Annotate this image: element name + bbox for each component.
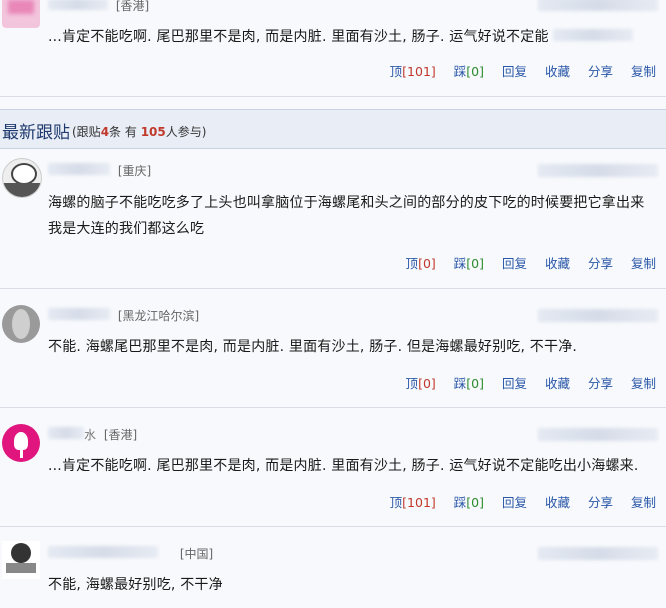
comment-top: [香港] ...肯定不能吃啊. 尾巴那里不是肉, 而是内脏. 里面有沙土, 肠子…: [0, 0, 666, 97]
ding-button[interactable]: 顶[101]: [390, 495, 436, 510]
favorite-button[interactable]: 收藏: [545, 64, 570, 79]
comment-meta: [重庆]: [48, 162, 151, 179]
timestamp: [538, 0, 658, 11]
timestamp: [538, 547, 658, 560]
favorite-button[interactable]: 收藏: [545, 495, 570, 510]
latest-comments-header: 最新跟贴 (跟贴4条 有 105人参与): [0, 109, 666, 149]
user-location: [重庆]: [117, 164, 152, 178]
username[interactable]: [48, 0, 108, 10]
reply-button[interactable]: 回复: [502, 256, 527, 271]
cai-button[interactable]: 踩[0]: [454, 64, 484, 79]
favorite-button[interactable]: 收藏: [545, 256, 570, 271]
user-location: [黑龙江哈尔滨]: [117, 309, 200, 323]
user-location: [香港]: [115, 0, 150, 13]
copy-button[interactable]: 复制: [631, 376, 656, 391]
username[interactable]: [48, 163, 110, 175]
comment-meta: [黑龙江哈尔滨]: [48, 307, 199, 324]
comment-actions: 顶[0] 踩[0] 回复 收藏 分享 复制: [392, 373, 656, 392]
comment-content: 海螺的脑子不能吃吃多了上头也叫拿脑位于海螺尾和头之间的部分的皮下吃的时候要把它拿…: [48, 195, 645, 237]
reply-button[interactable]: 回复: [502, 495, 527, 510]
comment-content: 不能, 海螺最好别吃, 不干净: [48, 577, 223, 593]
share-button[interactable]: 分享: [588, 256, 613, 271]
timestamp: [538, 164, 658, 177]
share-button[interactable]: 分享: [588, 495, 613, 510]
ding-button[interactable]: 顶[0]: [406, 376, 436, 391]
timestamp: [538, 428, 658, 441]
copy-button[interactable]: 复制: [631, 495, 656, 510]
comment-content: ...肯定不能吃啊. 尾巴那里不是肉, 而是内脏. 里面有沙土, 肠子. 运气好…: [48, 458, 639, 474]
username[interactable]: [48, 427, 84, 439]
favorite-button[interactable]: 收藏: [545, 376, 570, 391]
comment-meta: 水 [香港]: [48, 426, 137, 443]
user-location: [中国]: [179, 547, 214, 561]
reply-button[interactable]: 回复: [502, 376, 527, 391]
reply-button[interactable]: 回复: [502, 64, 527, 79]
avatar[interactable]: [2, 541, 40, 579]
avatar[interactable]: [2, 424, 40, 462]
comment-content: ...肯定不能吃啊. 尾巴那里不是肉, 而是内脏. 里面有沙土, 肠子. 运气好…: [48, 24, 658, 50]
ding-button[interactable]: 顶[0]: [406, 256, 436, 271]
comment-item: 水 [香港] ...肯定不能吃啊. 尾巴那里不是肉, 而是内脏. 里面有沙土, …: [0, 408, 666, 527]
cai-button[interactable]: 踩[0]: [454, 256, 484, 271]
comment-meta: [香港]: [48, 0, 149, 14]
comment-item: [黑龙江哈尔滨] 不能. 海螺尾巴那里不是肉, 而是内脏. 里面有沙土, 肠子.…: [0, 289, 666, 408]
comment-item: [重庆] 海螺的脑子不能吃吃多了上头也叫拿脑位于海螺尾和头之间的部分的皮下吃的时…: [0, 148, 666, 289]
share-button[interactable]: 分享: [588, 376, 613, 391]
copy-button[interactable]: 复制: [631, 64, 656, 79]
timestamp: [538, 309, 658, 322]
username[interactable]: [48, 546, 158, 558]
copy-button[interactable]: 复制: [631, 256, 656, 271]
comment-actions: 顶[101] 踩[0] 回复 收藏 分享 复制: [376, 61, 656, 80]
share-button[interactable]: 分享: [588, 64, 613, 79]
avatar[interactable]: [2, 158, 42, 198]
username[interactable]: [48, 308, 110, 320]
ding-button[interactable]: 顶[101]: [390, 64, 436, 79]
avatar[interactable]: [2, 305, 40, 343]
comment-content: 不能. 海螺尾巴那里不是肉, 而是内脏. 里面有沙土, 肠子. 但是海螺最好别吃…: [48, 339, 578, 355]
comment-meta: [中国]: [48, 545, 213, 562]
avatar[interactable]: [2, 0, 40, 28]
comment-actions: 顶[0] 踩[0] 回复 收藏 分享 复制: [392, 253, 656, 272]
section-title: 最新跟贴: [2, 123, 70, 143]
user-location: [香港]: [103, 428, 138, 442]
cai-button[interactable]: 踩[0]: [454, 495, 484, 510]
section-stats: (跟贴4条 有 105人参与): [72, 125, 207, 139]
comment-actions: 顶[101] 踩[0] 回复 收藏 分享 复制: [376, 492, 656, 511]
comment-item: [中国] 不能, 海螺最好别吃, 不干净: [0, 527, 666, 608]
cai-button[interactable]: 踩[0]: [454, 376, 484, 391]
